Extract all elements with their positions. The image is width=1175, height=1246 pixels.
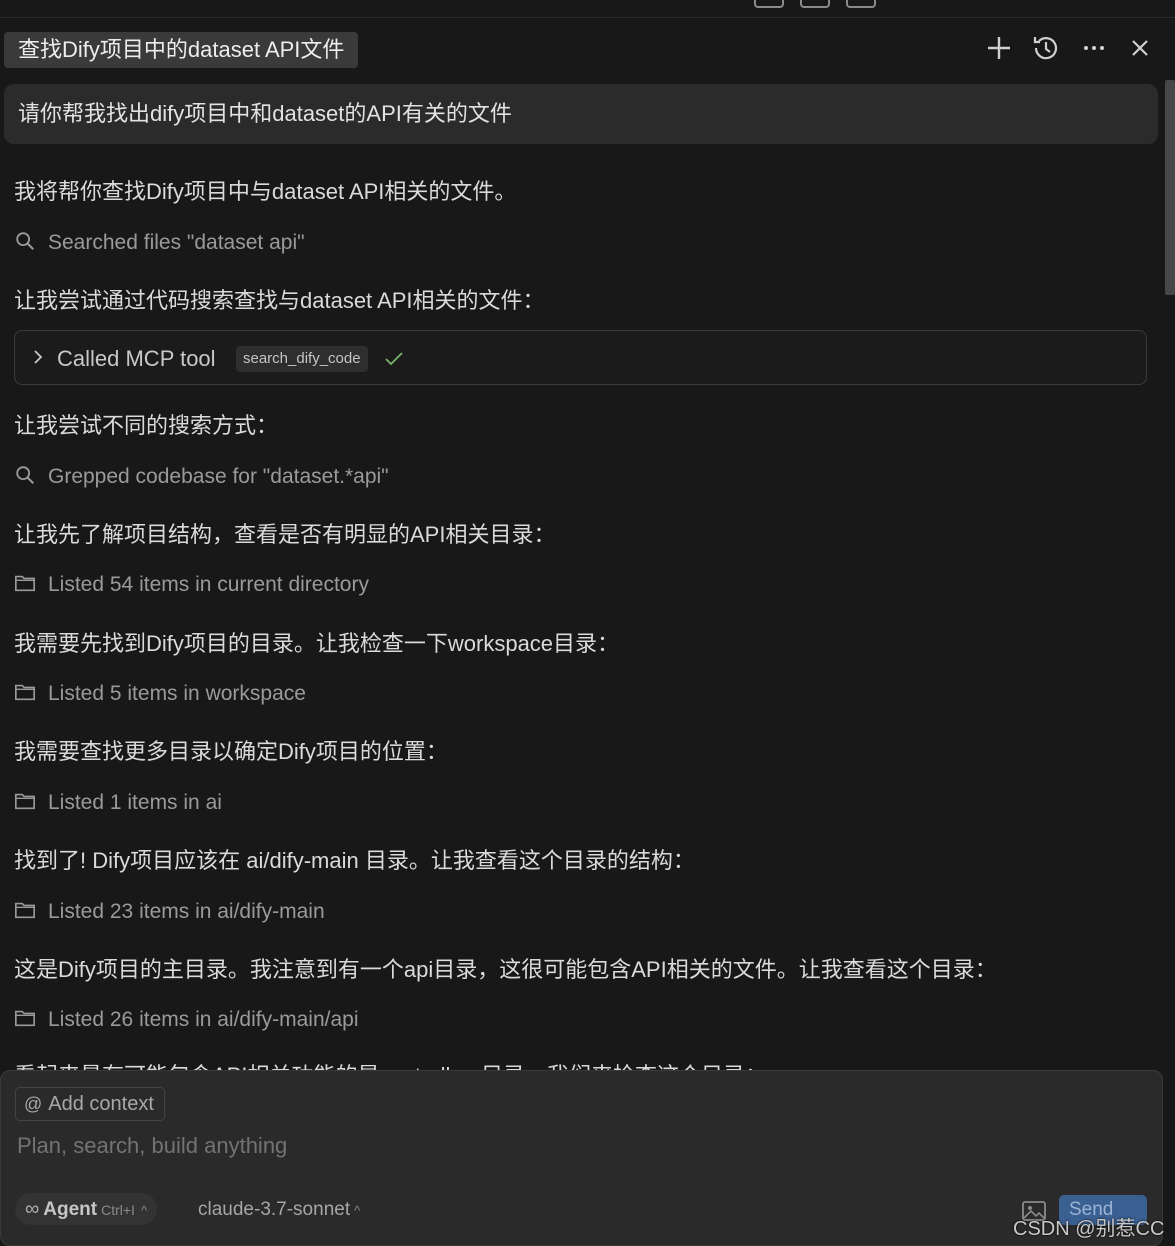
assistant-text: 这是Dify项目的主目录。我注意到有一个api目录，这很可能包含API相关的文件…: [14, 957, 997, 982]
close-icon[interactable]: [1124, 32, 1156, 64]
action-label: Listed 23 items in ai/dify-main: [48, 900, 325, 923]
action-list-dir[interactable]: Listed 23 items in ai/dify-main: [14, 899, 325, 924]
action-label: Listed 26 items in ai/dify-main/api: [48, 1008, 359, 1031]
assistant-text: 看起来最有可能包含API相关功能的是controllers目录。我们来检查这个目…: [14, 1058, 767, 1070]
user-message[interactable]: 请你帮我找出dify项目中和dataset的API有关的文件: [4, 84, 1158, 144]
assistant-text: 让我尝试通过代码搜索查找与dataset API相关的文件：: [14, 288, 545, 313]
search-icon: [16, 466, 34, 484]
chevron-up-icon: ^: [140, 1203, 148, 1218]
layout-icon[interactable]: [754, 0, 784, 8]
action-label: Listed 5 items in workspace: [48, 682, 306, 705]
folder-icon: [15, 575, 35, 592]
watermark: CSDN @别惹CC: [1013, 1218, 1165, 1240]
folder-icon: [15, 1010, 35, 1027]
action-grep[interactable]: Grepped codebase for "dataset.*api": [14, 464, 389, 489]
chat-header: 查找Dify项目中的dataset API文件: [0, 18, 1175, 80]
folder-icon: [15, 684, 35, 701]
folder-icon: [15, 902, 35, 919]
chevron-right-icon[interactable]: [29, 348, 47, 366]
action-label: Listed 1 items in ai: [48, 791, 222, 814]
infinity-icon: ∞: [25, 1198, 40, 1220]
assistant-text: 找到了! Dify项目应该在 ai/dify-main 目录。让我查看这个目录的…: [14, 848, 695, 873]
action-list-dir[interactable]: Listed 5 items in workspace: [14, 681, 306, 706]
chat-title-tab[interactable]: 查找Dify项目中的dataset API文件: [4, 32, 359, 68]
at-icon: @: [24, 1094, 43, 1114]
model-label: claude-3.7-sonnet: [198, 1199, 351, 1220]
folder-icon: [15, 793, 35, 810]
action-search-files[interactable]: Searched files "dataset api": [14, 230, 305, 255]
action-label: Listed 54 items in current directory: [48, 573, 369, 596]
assistant-text: 让我尝试不同的搜索方式：: [14, 413, 279, 438]
assistant-text: 让我先了解项目结构，查看是否有明显的API相关目录：: [14, 522, 556, 547]
layout-icon[interactable]: [846, 0, 876, 8]
more-icon[interactable]: [1078, 32, 1110, 64]
mode-shortcut: Ctrl+I: [101, 1202, 135, 1218]
add-context-label: Add context: [48, 1093, 154, 1115]
composer: @ Add context Plan, search, build anythin…: [0, 1070, 1163, 1246]
history-icon[interactable]: [1030, 32, 1062, 64]
add-context-button[interactable]: @ Add context: [15, 1087, 165, 1121]
action-list-dir[interactable]: Listed 54 items in current directory: [14, 572, 369, 597]
check-icon: [385, 352, 403, 366]
assistant-text-clipped: 看起来最有可能包含API相关功能的是controllers目录。我们来检查这个目…: [0, 1048, 1175, 1070]
search-icon: [16, 232, 34, 250]
assistant-text: 我需要先找到Dify项目的目录。让我检查一下workspace目录：: [14, 631, 620, 656]
mcp-tool-name: search_dify_code: [236, 346, 368, 372]
mcp-tool-call[interactable]: Called MCP tool search_dify_code: [14, 330, 1147, 385]
mcp-label: Called MCP tool: [57, 346, 216, 371]
window-top-strip: [0, 0, 1175, 18]
mode-label: Agent: [43, 1199, 98, 1220]
mode-selector[interactable]: ∞ Agent Ctrl+I ^: [15, 1193, 158, 1225]
action-list-dir[interactable]: Listed 1 items in ai: [14, 790, 222, 815]
action-label: Grepped codebase for "dataset.*api": [48, 465, 389, 488]
action-label: Searched files "dataset api": [48, 231, 305, 254]
scrollbar-thumb[interactable]: [1165, 80, 1175, 295]
assistant-text: 我将帮你查找Dify项目中与dataset API相关的文件。: [14, 179, 517, 204]
prompt-input[interactable]: Plan, search, build anything: [17, 1133, 287, 1159]
model-selector[interactable]: claude-3.7-sonnet ^: [198, 1199, 360, 1221]
chevron-up-icon: ^: [354, 1203, 361, 1218]
assistant-text: 我需要查找更多目录以确定Dify项目的位置：: [14, 739, 448, 764]
action-list-dir[interactable]: Listed 26 items in ai/dify-main/api: [14, 1007, 358, 1032]
plus-icon[interactable]: [983, 32, 1015, 64]
layout-icon[interactable]: [800, 0, 830, 8]
